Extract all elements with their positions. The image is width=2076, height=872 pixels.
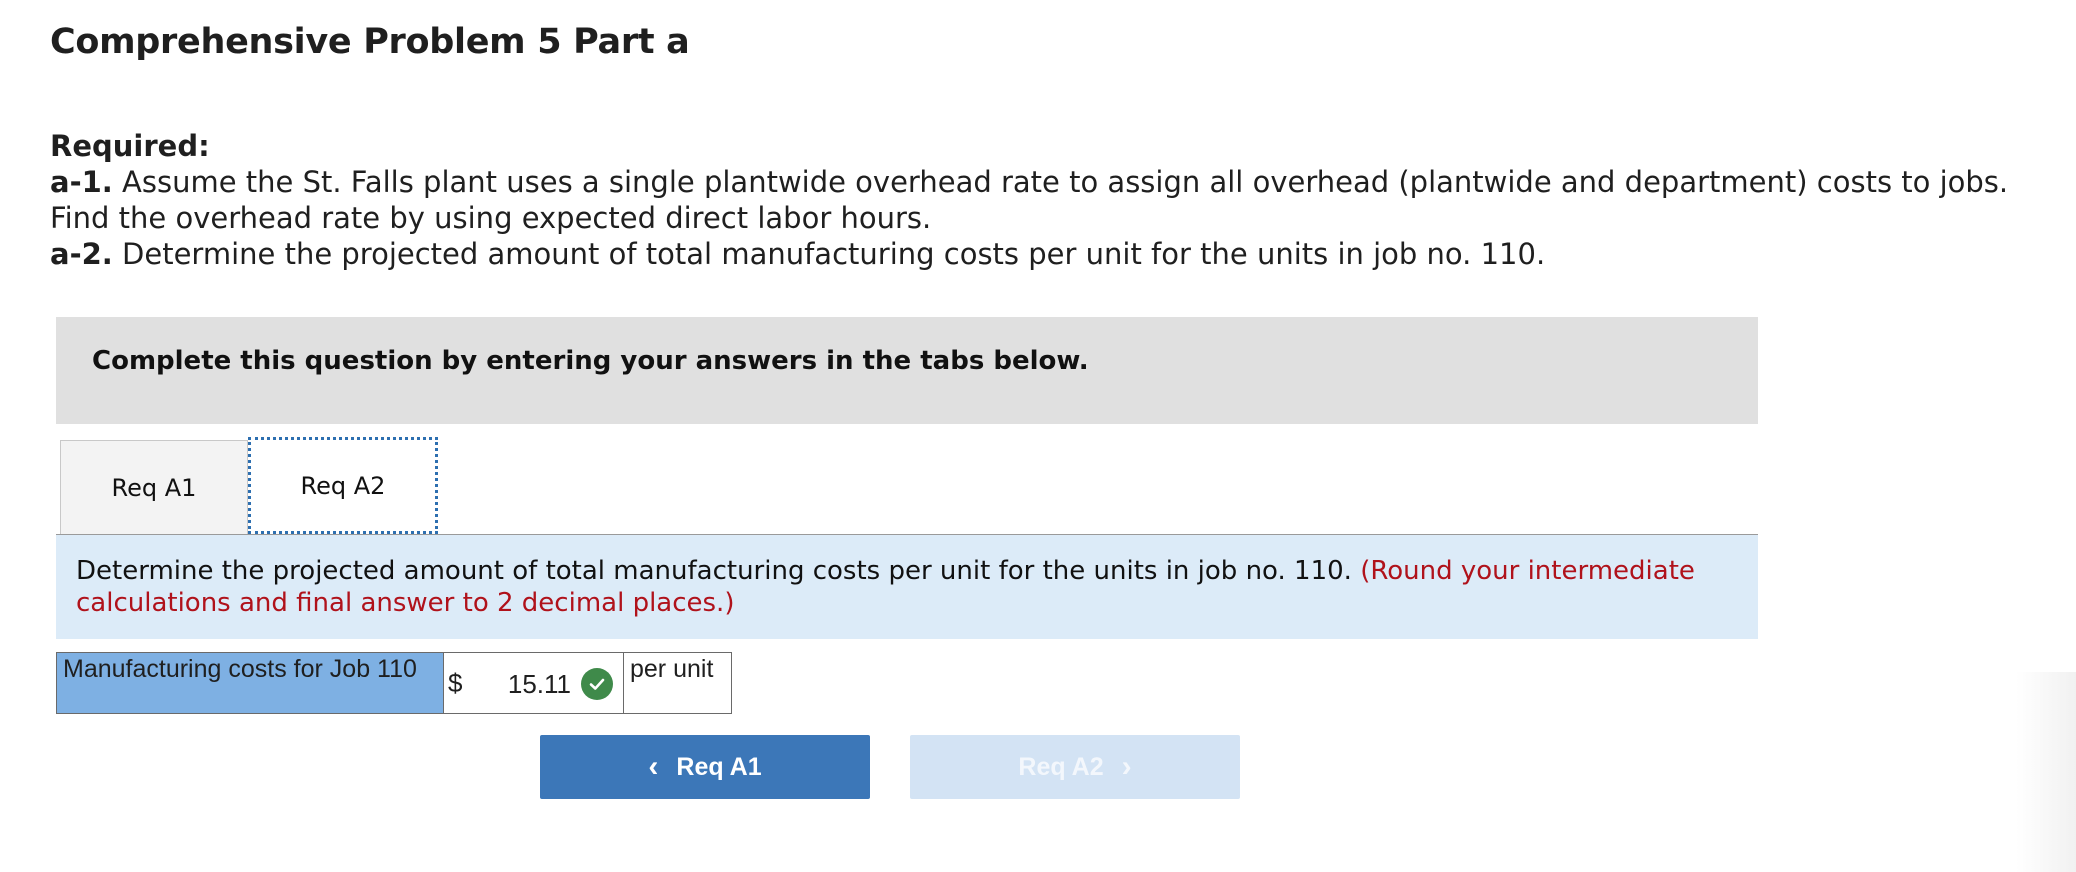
requirement-text: Determine the projected amount of total … <box>112 237 1546 271</box>
requirement-label: a-2. <box>50 237 113 271</box>
chevron-right-icon: › <box>1121 750 1132 783</box>
answer-value[interactable]: 15.11 <box>508 669 571 700</box>
requirement-text: Assume the St. Falls plant uses a single… <box>50 165 2009 235</box>
next-tab-label: Req A2 <box>1018 752 1104 781</box>
instruction-box: Complete this question by entering your … <box>56 317 1758 424</box>
answer-label: Manufacturing costs for Job 110 <box>56 652 444 714</box>
check-circle-icon <box>581 668 613 700</box>
tab-req-a1[interactable]: Req A1 <box>60 440 248 534</box>
corner-shade <box>2016 672 2076 872</box>
answer-row: Manufacturing costs for Job 110 $ 15.11 … <box>56 652 732 714</box>
instruction-text: Complete this question by entering your … <box>92 346 1089 376</box>
required-heading: Required: <box>50 129 210 163</box>
unit-label: per unit <box>624 652 732 714</box>
requirement-a1: a-1. Assume the St. Falls plant uses a s… <box>50 164 2010 236</box>
requirement-a2: a-2. Determine the projected amount of t… <box>50 236 2010 272</box>
requirement-label: a-1. <box>50 165 113 199</box>
prev-tab-label: Req A1 <box>676 752 762 781</box>
question-prompt: Determine the projected amount of total … <box>76 556 1361 586</box>
requirements: Required: a-1. Assume the St. Falls plan… <box>50 128 2010 272</box>
page-title: Comprehensive Problem 5 Part a <box>50 22 690 62</box>
question-panel: Determine the projected amount of total … <box>56 535 1758 639</box>
answer-input[interactable]: $ 15.11 <box>444 652 624 714</box>
currency-symbol: $ <box>448 668 463 698</box>
chevron-left-icon: ‹ <box>648 750 659 783</box>
prev-tab-button[interactable]: ‹ Req A1 <box>540 735 870 799</box>
question-text: Determine the projected amount of total … <box>76 555 1736 619</box>
next-tab-button: Req A2 › <box>910 735 1240 799</box>
tab-req-a2[interactable]: Req A2 <box>248 437 438 534</box>
